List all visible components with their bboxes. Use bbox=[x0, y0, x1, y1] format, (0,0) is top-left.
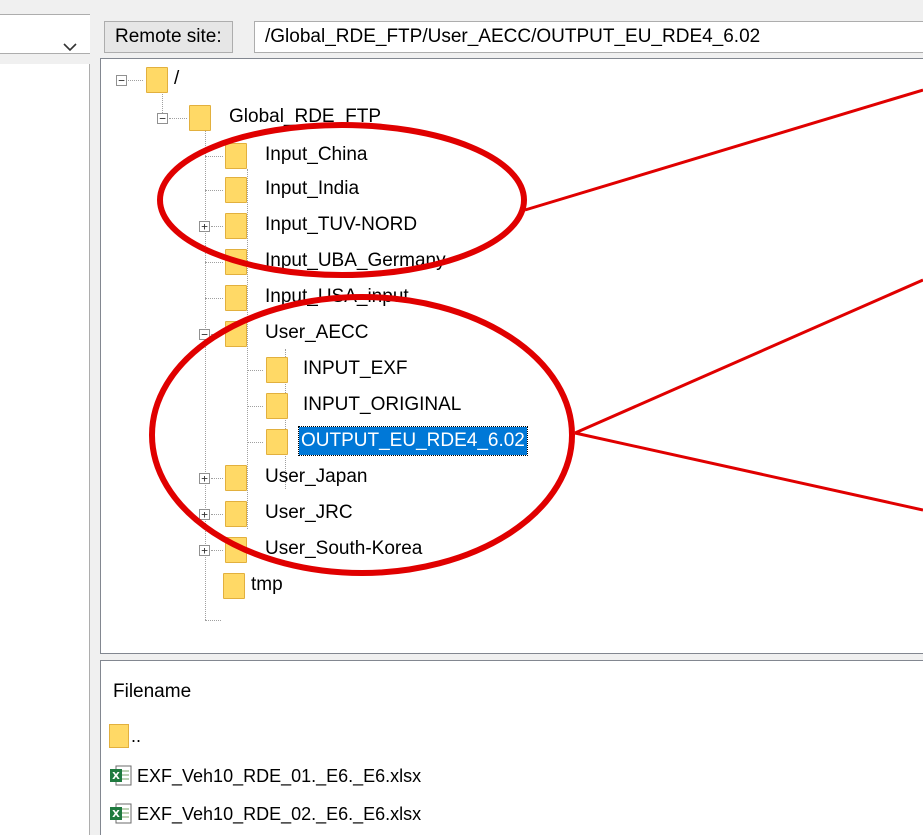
file-name: .. bbox=[131, 726, 142, 746]
folder-icon bbox=[225, 465, 247, 491]
tree-item-user-aecc[interactable]: User_AECC bbox=[263, 319, 370, 347]
folder-icon bbox=[225, 285, 247, 311]
tree-item-input-uba-germany[interactable]: Input_UBA_Germany bbox=[263, 247, 448, 275]
folder-icon bbox=[266, 393, 288, 419]
remote-path-input[interactable]: /Global_RDE_FTP/User_AECC/OUTPUT_EU_RDE4… bbox=[254, 21, 923, 53]
remote-directory-tree[interactable]: − / − Global_RDE_FTP Input_China Input_I… bbox=[100, 58, 923, 654]
column-header-filename[interactable]: Filename bbox=[113, 681, 191, 703]
tree-connector bbox=[247, 406, 263, 407]
local-pane bbox=[0, 0, 90, 835]
folder-icon bbox=[266, 357, 288, 383]
file-name: EXF_Veh10_RDE_02._E6._E6.xlsx bbox=[137, 804, 422, 824]
expand-icon[interactable]: + bbox=[199, 509, 210, 520]
tree-connector bbox=[205, 156, 223, 157]
remote-site-label: Remote site: bbox=[104, 21, 233, 53]
folder-icon bbox=[225, 537, 247, 563]
tree-item-input-tuv-nord[interactable]: Input_TUV-NORD bbox=[263, 211, 419, 239]
tree-item-input-china[interactable]: Input_China bbox=[263, 141, 369, 169]
tree-item-input-exf[interactable]: INPUT_EXF bbox=[301, 355, 410, 383]
folder-icon bbox=[225, 213, 247, 239]
tree-item-tmp[interactable]: tmp bbox=[249, 571, 285, 599]
tree-connector bbox=[247, 169, 248, 529]
local-tree-panel bbox=[0, 64, 90, 835]
folder-icon bbox=[225, 321, 247, 347]
remote-site-bar: Remote site: /Global_RDE_FTP/User_AECC/O… bbox=[100, 14, 923, 58]
remote-file-list[interactable]: Filename .. X EXF_Veh10_RDE_01._E6._E6.x… bbox=[100, 660, 923, 835]
tree-item-user-south-korea[interactable]: User_South-Korea bbox=[263, 535, 424, 563]
tree-connector bbox=[211, 226, 223, 227]
folder-icon bbox=[266, 429, 288, 455]
tree-item-input-india[interactable]: Input_India bbox=[263, 175, 361, 203]
excel-file-icon: X bbox=[110, 803, 132, 824]
svg-text:X: X bbox=[112, 809, 120, 820]
tree-connector bbox=[211, 334, 223, 335]
tree-item-global-rde-ftp[interactable]: Global_RDE_FTP bbox=[227, 103, 383, 131]
folder-icon bbox=[146, 67, 168, 93]
tree-connector bbox=[205, 620, 221, 621]
tree-connector bbox=[205, 190, 223, 191]
tree-item-input-original[interactable]: INPUT_ORIGINAL bbox=[301, 391, 463, 419]
folder-icon bbox=[225, 249, 247, 275]
folder-icon bbox=[189, 105, 211, 131]
folder-icon bbox=[225, 177, 247, 203]
local-site-combobox[interactable] bbox=[0, 14, 90, 54]
tree-item-input-usa-input[interactable]: Input_USA_input bbox=[263, 283, 411, 311]
tree-connector bbox=[211, 478, 223, 479]
tree-item-root[interactable]: / bbox=[172, 65, 181, 93]
tree-connector bbox=[247, 370, 263, 371]
expand-icon[interactable]: + bbox=[199, 545, 210, 556]
folder-icon bbox=[223, 573, 245, 599]
tree-item-output-eu-rde4-selected[interactable]: OUTPUT_EU_RDE4_6.02 bbox=[298, 426, 528, 456]
tree-connector bbox=[205, 262, 223, 263]
excel-file-icon: X bbox=[110, 765, 132, 786]
collapse-icon[interactable]: − bbox=[199, 329, 210, 340]
collapse-icon[interactable]: − bbox=[116, 75, 127, 86]
tree-connector bbox=[205, 298, 223, 299]
folder-icon bbox=[225, 143, 247, 169]
svg-text:X: X bbox=[112, 771, 120, 782]
pane-splitter[interactable] bbox=[90, 0, 100, 835]
collapse-icon[interactable]: − bbox=[157, 113, 168, 124]
file-name: EXF_Veh10_RDE_01._E6._E6.xlsx bbox=[137, 766, 422, 786]
chevron-down-icon[interactable] bbox=[58, 35, 82, 59]
folder-icon bbox=[109, 724, 129, 748]
expand-icon[interactable]: + bbox=[199, 473, 210, 484]
tree-item-user-japan[interactable]: User_Japan bbox=[263, 463, 369, 491]
tree-connector bbox=[247, 442, 263, 443]
tree-connector bbox=[128, 80, 143, 81]
tree-connector bbox=[211, 514, 223, 515]
expand-icon[interactable]: + bbox=[199, 221, 210, 232]
folder-icon bbox=[225, 501, 247, 527]
tree-connector bbox=[211, 550, 223, 551]
tree-item-user-jrc[interactable]: User_JRC bbox=[263, 499, 355, 527]
tree-connector bbox=[169, 118, 187, 119]
